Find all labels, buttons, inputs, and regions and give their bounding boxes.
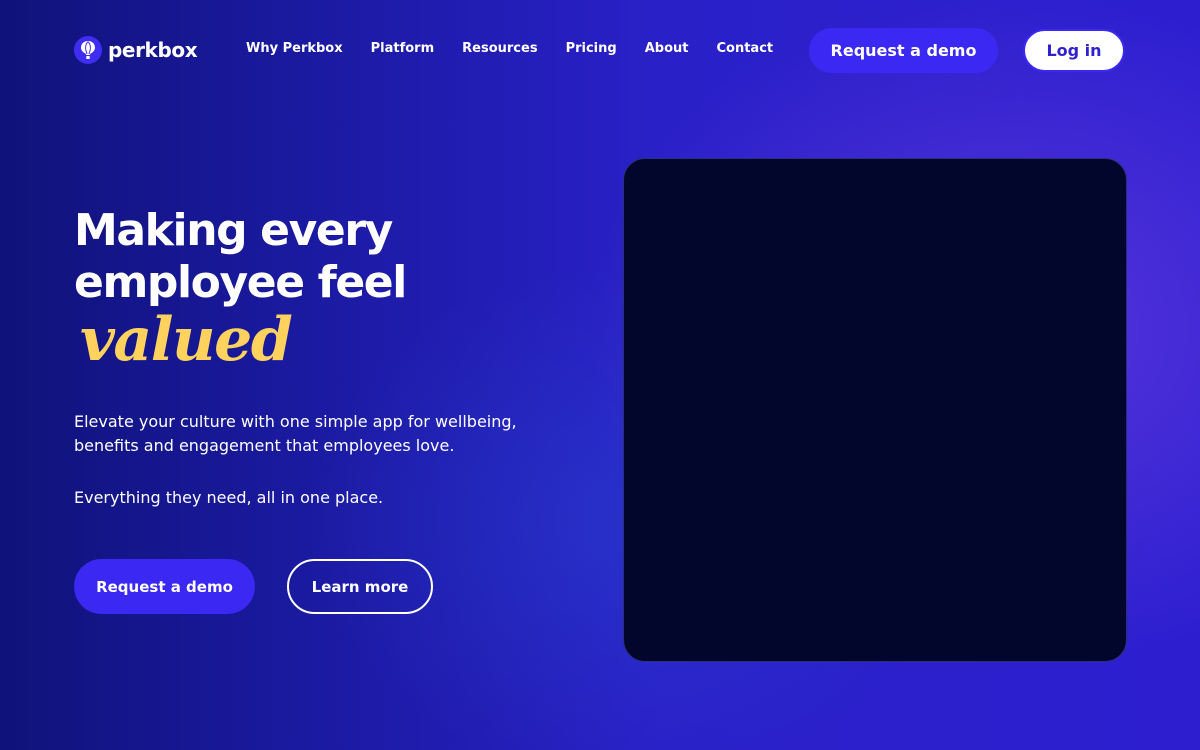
nav-platform[interactable]: Platform: [371, 41, 435, 56]
hot-air-balloon-icon: [74, 36, 102, 64]
hero-title: Making every employee feel: [74, 205, 407, 309]
hero-title-line-1: Making every: [74, 205, 393, 256]
nav-why-perkbox[interactable]: Why Perkbox: [246, 41, 343, 56]
hero-request-demo-button[interactable]: Request a demo: [74, 559, 255, 614]
hero-description: Elevate your culture with one simple app…: [74, 412, 517, 455]
hero-title-accent: valued: [80, 305, 293, 375]
login-button[interactable]: Log in: [1023, 29, 1125, 72]
hero-title-line-2: employee feel: [74, 257, 407, 308]
hero-media-panel: [623, 158, 1127, 662]
main-nav: Why Perkbox Platform Resources Pricing A…: [246, 41, 801, 56]
nav-about[interactable]: About: [645, 41, 689, 56]
logo-text: perkbox: [108, 38, 198, 62]
header-request-demo-button[interactable]: Request a demo: [809, 28, 998, 73]
learn-more-button[interactable]: Learn more: [287, 559, 433, 614]
nav-resources[interactable]: Resources: [462, 41, 537, 56]
perkbox-logo[interactable]: perkbox: [74, 35, 198, 65]
hero-subtext: Everything they need, all in one place.: [74, 488, 384, 507]
nav-contact[interactable]: Contact: [716, 41, 773, 56]
nav-pricing[interactable]: Pricing: [566, 41, 617, 56]
